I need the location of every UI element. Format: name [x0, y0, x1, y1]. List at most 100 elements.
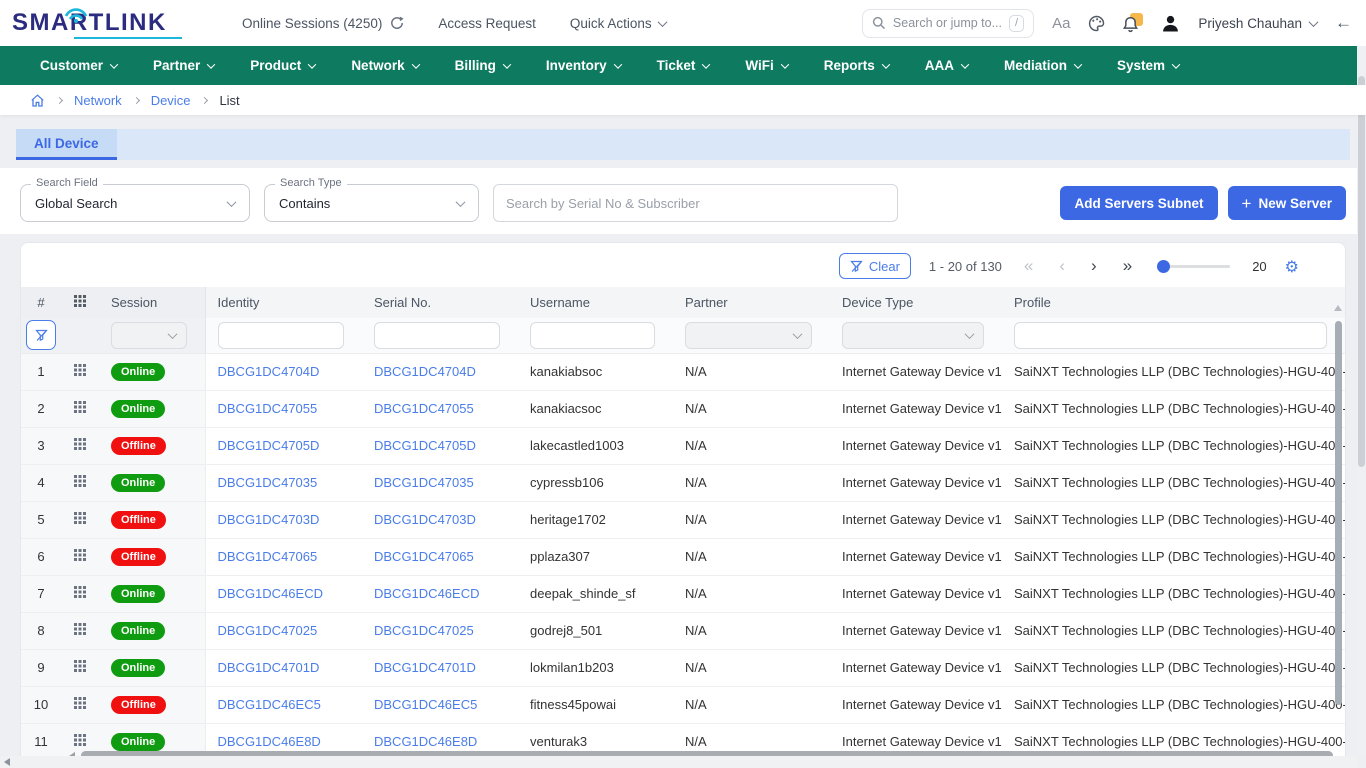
identity-link[interactable]: DBCG1DC4701D [218, 660, 320, 675]
serial-link[interactable]: DBCG1DC47055 [374, 401, 474, 416]
nav-item[interactable]: System [1117, 58, 1179, 73]
row-actions-grid-icon[interactable] [74, 623, 86, 635]
nav-item[interactable]: Customer [40, 58, 117, 73]
quick-actions-menu[interactable]: Quick Actions [570, 16, 666, 31]
row-actions-grid-icon[interactable] [74, 660, 86, 672]
pagination-next-button[interactable]: › [1087, 256, 1101, 276]
global-search-input[interactable]: Search or jump to... / [862, 9, 1034, 38]
row-actions-grid-icon[interactable] [74, 364, 86, 376]
identity-link[interactable]: DBCG1DC46EC5 [218, 697, 321, 712]
slider-handle[interactable] [1157, 260, 1170, 273]
pagination-first-button[interactable]: « [1020, 256, 1037, 276]
nav-item[interactable]: Ticket [657, 58, 710, 73]
row-actions-grid-icon[interactable] [74, 401, 86, 413]
serial-link[interactable]: DBCG1DC46E8D [374, 734, 477, 749]
page-size-slider[interactable] [1158, 265, 1230, 268]
serial-filter-input[interactable] [374, 322, 500, 349]
serial-link[interactable]: DBCG1DC47065 [374, 549, 474, 564]
font-size-toggle[interactable]: Aa [1052, 15, 1070, 32]
nav-item[interactable]: Product [250, 58, 315, 73]
serial-link[interactable]: DBCG1DC47025 [374, 623, 474, 638]
serial-link[interactable]: DBCG1DC47035 [374, 475, 474, 490]
add-servers-subnet-button[interactable]: Add Servers Subnet [1060, 186, 1217, 220]
identity-link[interactable]: DBCG1DC47055 [218, 401, 318, 416]
smartlink-logo[interactable]: SMARTLINK [12, 11, 192, 35]
identity-link[interactable]: DBCG1DC47035 [218, 475, 318, 490]
identity-link[interactable]: DBCG1DC4703D [218, 512, 320, 527]
username-cell: kanakiacsoc [518, 390, 673, 427]
nav-item[interactable]: Mediation [1004, 58, 1081, 73]
col-header-username: Username [518, 287, 673, 318]
row-actions-grid-icon[interactable] [74, 438, 86, 450]
identity-link[interactable]: DBCG1DC46E8D [218, 734, 321, 749]
user-avatar[interactable] [1161, 14, 1180, 33]
page-horizontal-scrollbar[interactable] [0, 756, 1357, 768]
breadcrumb-network[interactable]: Network [74, 93, 122, 108]
identity-link[interactable]: DBCG1DC47065 [218, 549, 318, 564]
nav-item[interactable]: Network [351, 58, 418, 73]
back-arrow-icon[interactable]: ← [1335, 13, 1352, 33]
breadcrumb: Network Device List [0, 85, 1366, 115]
vertical-scroll-thumb[interactable] [1335, 321, 1342, 705]
chevron-down-icon [882, 60, 890, 68]
theme-palette-icon[interactable] [1088, 15, 1105, 32]
col-header-actions [61, 287, 99, 318]
row-actions-grid-icon[interactable] [74, 586, 86, 598]
nav-item[interactable]: Inventory [546, 58, 621, 73]
column-filter-button[interactable] [26, 320, 56, 350]
serial-link[interactable]: DBCG1DC4704D [374, 364, 476, 379]
nav-item[interactable]: WiFi [745, 58, 787, 73]
breadcrumb-device[interactable]: Device [151, 93, 191, 108]
access-request-link[interactable]: Access Request [438, 16, 536, 31]
row-actions-grid-icon[interactable] [74, 549, 86, 561]
profile-cell: SaiNXT Technologies LLP (DBC Technologie… [1002, 575, 1345, 612]
serial-link[interactable]: DBCG1DC4705D [374, 438, 476, 453]
identity-link[interactable]: DBCG1DC4705D [218, 438, 320, 453]
device-type-filter-select[interactable] [842, 322, 984, 349]
clear-filters-button[interactable]: Clear [839, 253, 911, 279]
serial-link[interactable]: DBCG1DC46EC5 [374, 697, 477, 712]
pagination-prev-button[interactable]: ‹ [1055, 256, 1069, 276]
home-icon[interactable] [30, 93, 45, 108]
table-vertical-scrollbar[interactable] [1335, 305, 1342, 741]
serial-search-input[interactable] [493, 184, 898, 222]
online-sessions: Online Sessions (4250) [242, 16, 404, 31]
identity-link[interactable]: DBCG1DC46ECD [218, 586, 323, 601]
username-cell: pplaza307 [518, 538, 673, 575]
new-server-button[interactable]: + New Server [1228, 186, 1346, 220]
page-scroll-left-arrow[interactable] [4, 758, 10, 766]
username-cell: deepak_shinde_sf [518, 575, 673, 612]
user-menu[interactable]: Priyesh Chauhan [1198, 16, 1317, 31]
serial-link[interactable]: DBCG1DC4701D [374, 660, 476, 675]
nav-item[interactable]: Billing [455, 58, 510, 73]
session-filter-select[interactable] [111, 322, 187, 349]
nav-item[interactable]: AAA [925, 58, 968, 73]
chevron-down-icon [793, 329, 803, 339]
page-vertical-scrollbar[interactable] [1357, 46, 1366, 756]
nav-item[interactable]: Reports [824, 58, 889, 73]
device-type-cell: Internet Gateway Device v1.0 [830, 649, 1002, 686]
page-vertical-scroll-thumb[interactable] [1358, 76, 1365, 467]
nav-item[interactable]: Partner [153, 58, 214, 73]
scroll-up-arrow[interactable] [1334, 305, 1342, 311]
serial-link[interactable]: DBCG1DC4703D [374, 512, 476, 527]
refresh-icon[interactable] [390, 16, 404, 30]
profile-filter-input[interactable] [1014, 322, 1327, 349]
row-actions-grid-icon[interactable] [74, 512, 86, 524]
identity-link[interactable]: DBCG1DC47025 [218, 623, 318, 638]
pagination-last-button[interactable]: » [1119, 256, 1136, 276]
search-field-label: Search Field [31, 177, 103, 189]
username-filter-input[interactable] [530, 322, 655, 349]
identity-link[interactable]: DBCG1DC4704D [218, 364, 320, 379]
row-actions-grid-icon[interactable] [74, 734, 86, 746]
serial-link[interactable]: DBCG1DC46ECD [374, 586, 479, 601]
search-type-select[interactable]: Search Type Contains [264, 184, 479, 222]
row-actions-grid-icon[interactable] [74, 475, 86, 487]
identity-filter-input[interactable] [218, 322, 345, 349]
partner-filter-select[interactable] [685, 322, 812, 349]
notifications-bell-icon[interactable] [1123, 13, 1143, 33]
settings-gear-icon[interactable]: ⚙ [1285, 257, 1299, 276]
search-field-select[interactable]: Search Field Global Search [20, 184, 250, 222]
tab-all-device[interactable]: All Device [16, 129, 117, 160]
row-actions-grid-icon[interactable] [74, 697, 86, 709]
